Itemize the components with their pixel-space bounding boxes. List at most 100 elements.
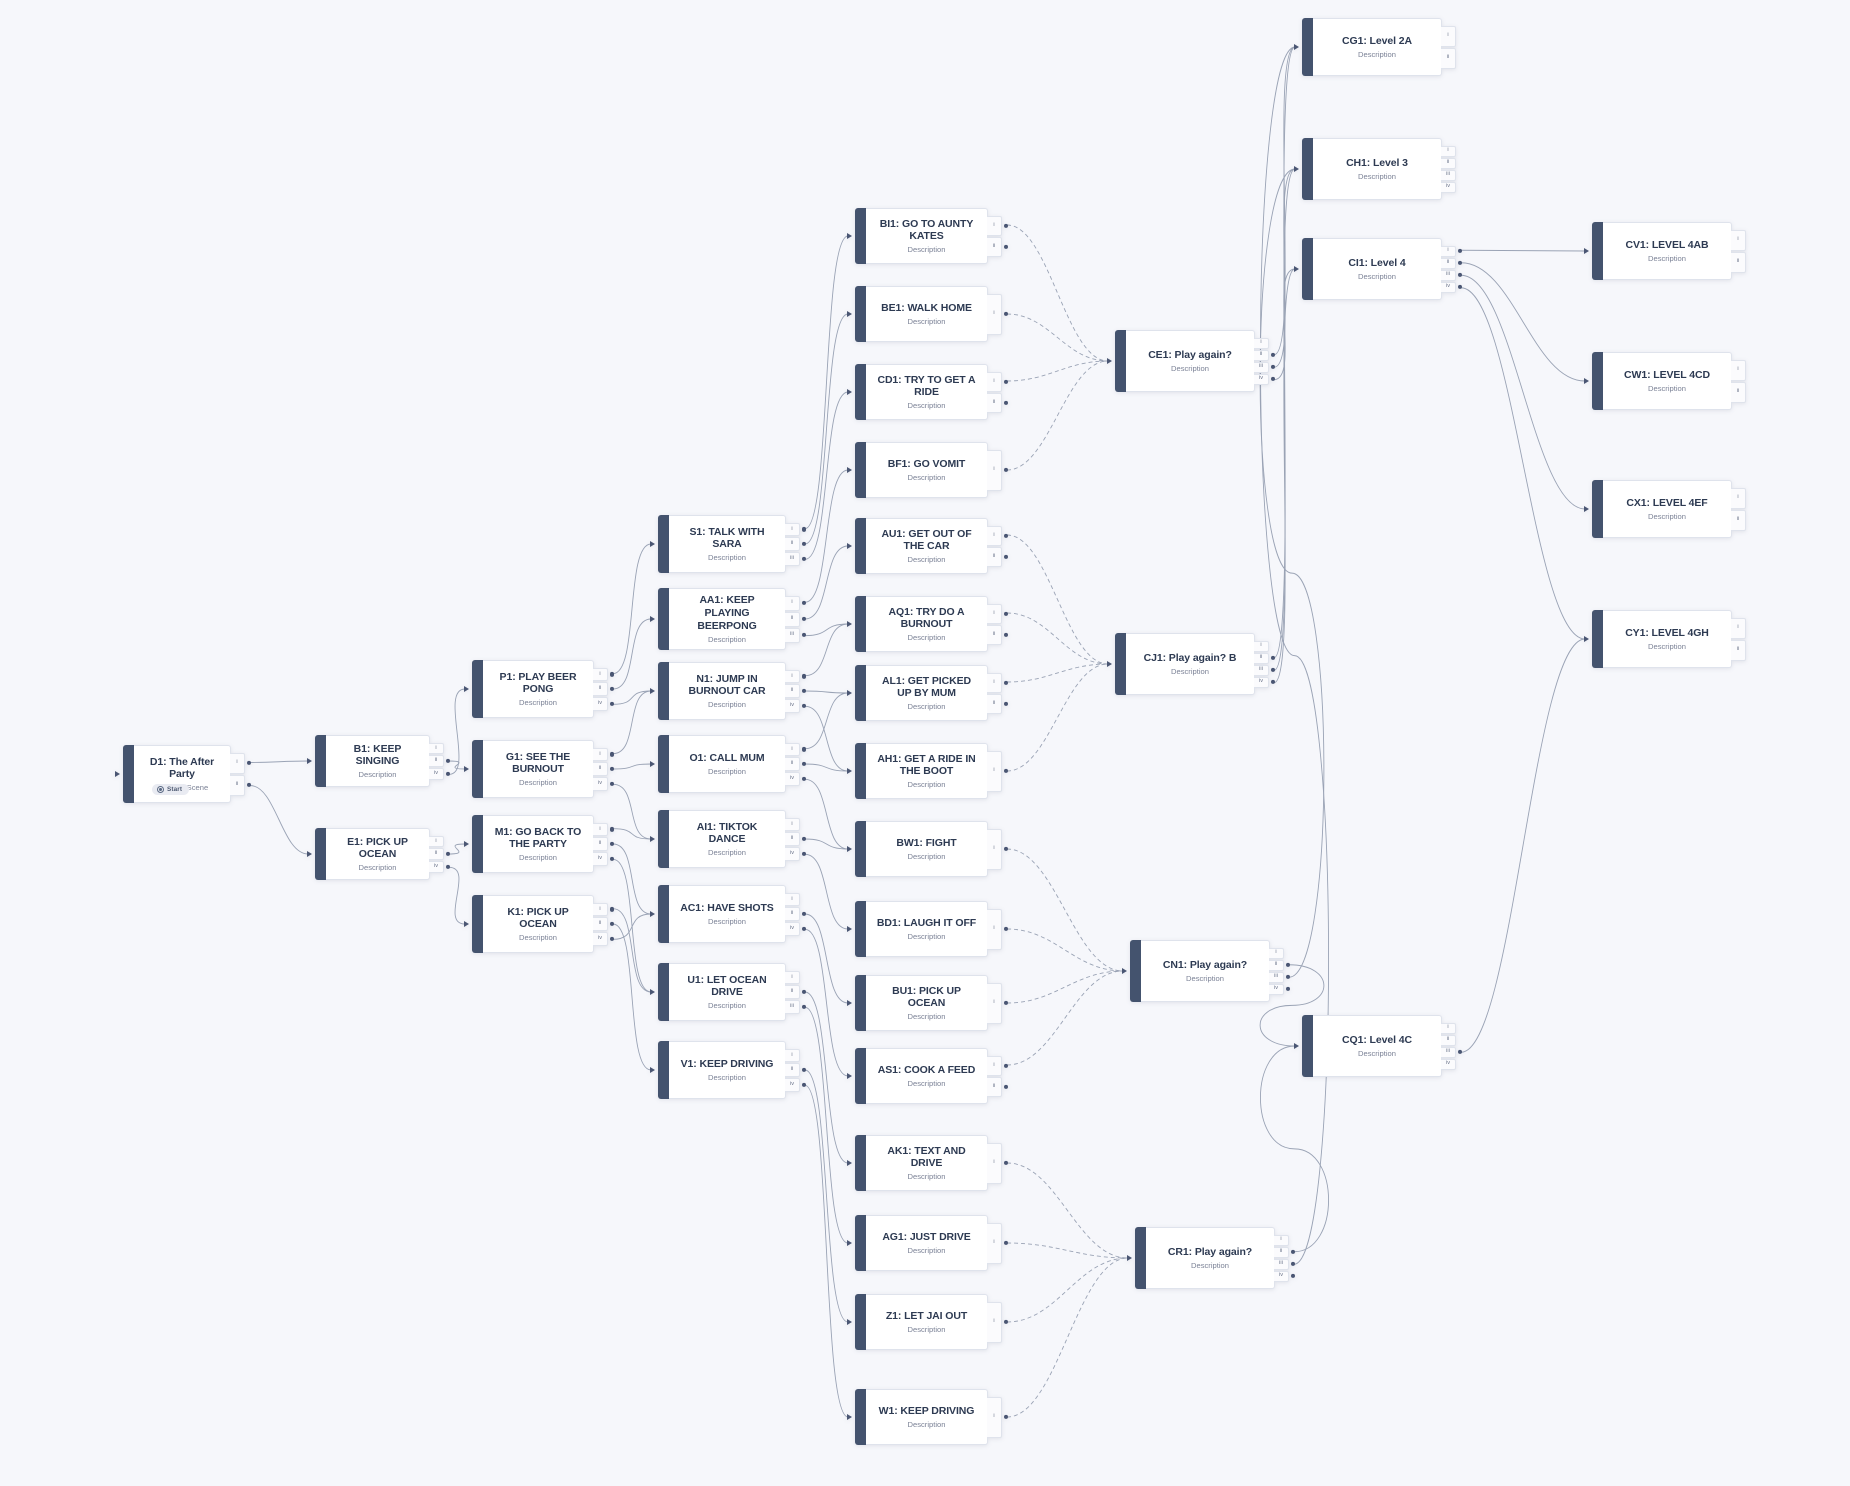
output-port-ii[interactable]: ii bbox=[593, 837, 614, 851]
output-port-iii[interactable]: iii bbox=[785, 999, 806, 1014]
port-connector-knob[interactable] bbox=[1457, 272, 1462, 278]
output-port-i[interactable]: i bbox=[785, 892, 800, 907]
node-body[interactable]: G1: SEE THE BURNOUT Description i ii iv bbox=[483, 740, 614, 798]
output-port-iv[interactable]: iv bbox=[785, 771, 806, 786]
port-connector-knob[interactable] bbox=[445, 864, 450, 869]
output-port-ii[interactable]: ii bbox=[987, 624, 1008, 645]
node-input-bar[interactable] bbox=[472, 740, 483, 798]
node-al1[interactable]: 1AL1: GET PICKED UP BY MUMDescriptioniii bbox=[847, 665, 1008, 721]
port-connector-knob[interactable] bbox=[1285, 974, 1290, 980]
output-port-ii[interactable]: ii bbox=[1441, 157, 1456, 169]
node-input-bar[interactable] bbox=[855, 364, 866, 420]
output-port-iii[interactable]: iii bbox=[1441, 1046, 1462, 1058]
output-port-ii[interactable]: ii bbox=[230, 774, 251, 796]
node-bf1[interactable]: 1BF1: GO VOMITDescriptioni bbox=[847, 442, 1008, 498]
port-connector-knob[interactable] bbox=[1003, 379, 1008, 384]
node-bd1[interactable]: 1BD1: LAUGH IT OFFDescriptioni bbox=[847, 901, 1008, 957]
node-input-bar[interactable] bbox=[1592, 610, 1603, 668]
port-connector-knob[interactable] bbox=[609, 701, 614, 706]
node-input-bar[interactable] bbox=[855, 975, 866, 1031]
output-port-iv[interactable]: iv bbox=[785, 1077, 806, 1092]
output-port-i[interactable]: i bbox=[987, 525, 1008, 546]
output-port-i[interactable]: i bbox=[1731, 617, 1746, 639]
output-port-i[interactable]: i bbox=[1269, 947, 1284, 959]
port-connector-knob[interactable] bbox=[801, 1082, 806, 1087]
output-port-ii[interactable]: ii bbox=[785, 985, 806, 999]
output-port-ii[interactable]: ii bbox=[1441, 1034, 1456, 1046]
node-input-bar[interactable] bbox=[658, 810, 669, 868]
output-port-iv[interactable]: iv bbox=[429, 860, 450, 873]
node-ah1[interactable]: 1AH1: GET A RIDE IN THE BOOTDescriptioni bbox=[847, 743, 1008, 799]
port-connector-knob[interactable] bbox=[1003, 926, 1008, 932]
output-port-iv[interactable]: iv bbox=[1254, 373, 1275, 385]
output-port-ii[interactable]: ii bbox=[1731, 509, 1746, 531]
output-port-i[interactable]: i bbox=[987, 828, 1008, 870]
output-port-iv[interactable]: iv bbox=[785, 846, 806, 861]
port-connector-knob[interactable] bbox=[609, 907, 614, 912]
port-connector-knob[interactable] bbox=[801, 926, 806, 931]
node-input-bar[interactable] bbox=[1302, 18, 1313, 76]
start-badge[interactable]: Start bbox=[152, 784, 190, 795]
port-connector-knob[interactable] bbox=[609, 936, 614, 941]
output-port-i[interactable]: i bbox=[785, 1048, 800, 1063]
output-port-i[interactable]: i bbox=[987, 1396, 1008, 1438]
port-connector-knob[interactable] bbox=[1003, 768, 1008, 774]
port-connector-knob[interactable] bbox=[1003, 632, 1008, 637]
node-body[interactable]: CE1: Play again? Description i ii iii iv bbox=[1126, 330, 1275, 392]
node-body[interactable]: CR1: Play again? Description i ii iii iv bbox=[1146, 1227, 1295, 1289]
output-port-i[interactable]: i bbox=[987, 908, 1008, 950]
output-port-i[interactable]: i bbox=[1441, 25, 1456, 47]
node-input-bar[interactable] bbox=[658, 515, 669, 573]
output-port-ii[interactable]: ii bbox=[1441, 47, 1456, 69]
output-port-iv[interactable]: iv bbox=[593, 931, 614, 946]
output-port-i[interactable]: i bbox=[429, 835, 444, 848]
node-cn1[interactable]: 1CN1: Play again?Descriptioniiiiiiiv bbox=[1122, 940, 1290, 1002]
node-input-bar[interactable] bbox=[855, 286, 866, 342]
port-connector-knob[interactable] bbox=[609, 752, 614, 757]
node-w1[interactable]: 1W1: KEEP DRIVINGDescriptioni bbox=[847, 1389, 1008, 1445]
port-connector-knob[interactable] bbox=[609, 827, 614, 832]
node-ag1[interactable]: 1AG1: JUST DRIVEDescriptioni bbox=[847, 1215, 1008, 1271]
output-port-ii[interactable]: ii bbox=[785, 684, 806, 698]
output-port-i[interactable]: i bbox=[987, 672, 1008, 693]
output-port-i[interactable]: i bbox=[1731, 359, 1746, 381]
output-port-i[interactable]: i bbox=[1254, 337, 1269, 349]
output-port-ii[interactable]: ii bbox=[987, 546, 1008, 567]
node-input-bar[interactable] bbox=[855, 208, 866, 264]
node-body[interactable]: CI1: Level 4 Description i ii iii iv bbox=[1313, 238, 1462, 300]
port-connector-knob[interactable] bbox=[801, 632, 806, 638]
port-connector-knob[interactable] bbox=[801, 703, 806, 708]
output-port-iii[interactable]: iii bbox=[785, 551, 806, 566]
port-connector-knob[interactable] bbox=[246, 782, 251, 788]
output-port-ii[interactable]: ii bbox=[1254, 652, 1275, 664]
node-input-bar[interactable] bbox=[855, 442, 866, 498]
output-port-iv[interactable]: iv bbox=[593, 776, 614, 791]
port-connector-knob[interactable] bbox=[1270, 352, 1275, 358]
node-cd1[interactable]: 1CD1: TRY TO GET A RIDEDescriptioniii bbox=[847, 364, 1008, 420]
output-port-ii[interactable]: ii bbox=[1441, 257, 1462, 269]
node-cx1[interactable]: 1CX1: LEVEL 4EFDescriptioniii bbox=[1584, 480, 1746, 538]
output-port-i[interactable]: i bbox=[785, 742, 806, 757]
output-port-ii[interactable]: ii bbox=[429, 848, 450, 860]
port-connector-knob[interactable] bbox=[1290, 1261, 1295, 1267]
output-port-i[interactable]: i bbox=[987, 449, 1008, 491]
port-connector-knob[interactable] bbox=[1003, 701, 1008, 706]
output-port-iii[interactable]: iii bbox=[1254, 361, 1275, 373]
output-port-i[interactable]: i bbox=[987, 750, 1008, 792]
node-body[interactable]: CG1: Level 2A Description i ii bbox=[1313, 18, 1456, 76]
node-k1[interactable]: 1K1: PICK UP OCEANDescriptioniiiiv bbox=[464, 895, 614, 953]
port-connector-knob[interactable] bbox=[1003, 554, 1008, 559]
node-body[interactable]: K1: PICK UP OCEAN Description i ii iv bbox=[483, 895, 614, 953]
port-connector-knob[interactable] bbox=[1270, 679, 1275, 685]
node-cj1[interactable]: 1CJ1: Play again? BDescriptioniiiiiiiv bbox=[1107, 633, 1275, 695]
node-input-bar[interactable] bbox=[855, 901, 866, 957]
node-input-bar[interactable] bbox=[1592, 480, 1603, 538]
node-cg1[interactable]: 1CG1: Level 2ADescriptioniii bbox=[1294, 18, 1456, 76]
node-body[interactable]: D1: The After PartyOpening SceneStartiii bbox=[134, 745, 251, 803]
node-input-bar[interactable] bbox=[855, 1389, 866, 1445]
node-ce1[interactable]: 1CE1: Play again?Descriptioniiiiiiiv bbox=[1107, 330, 1275, 392]
port-connector-knob[interactable] bbox=[246, 760, 251, 766]
port-connector-knob[interactable] bbox=[801, 989, 806, 995]
node-body[interactable]: E1: PICK UP OCEAN Description i ii iv bbox=[326, 828, 450, 880]
output-port-i[interactable]: i bbox=[1731, 229, 1746, 251]
